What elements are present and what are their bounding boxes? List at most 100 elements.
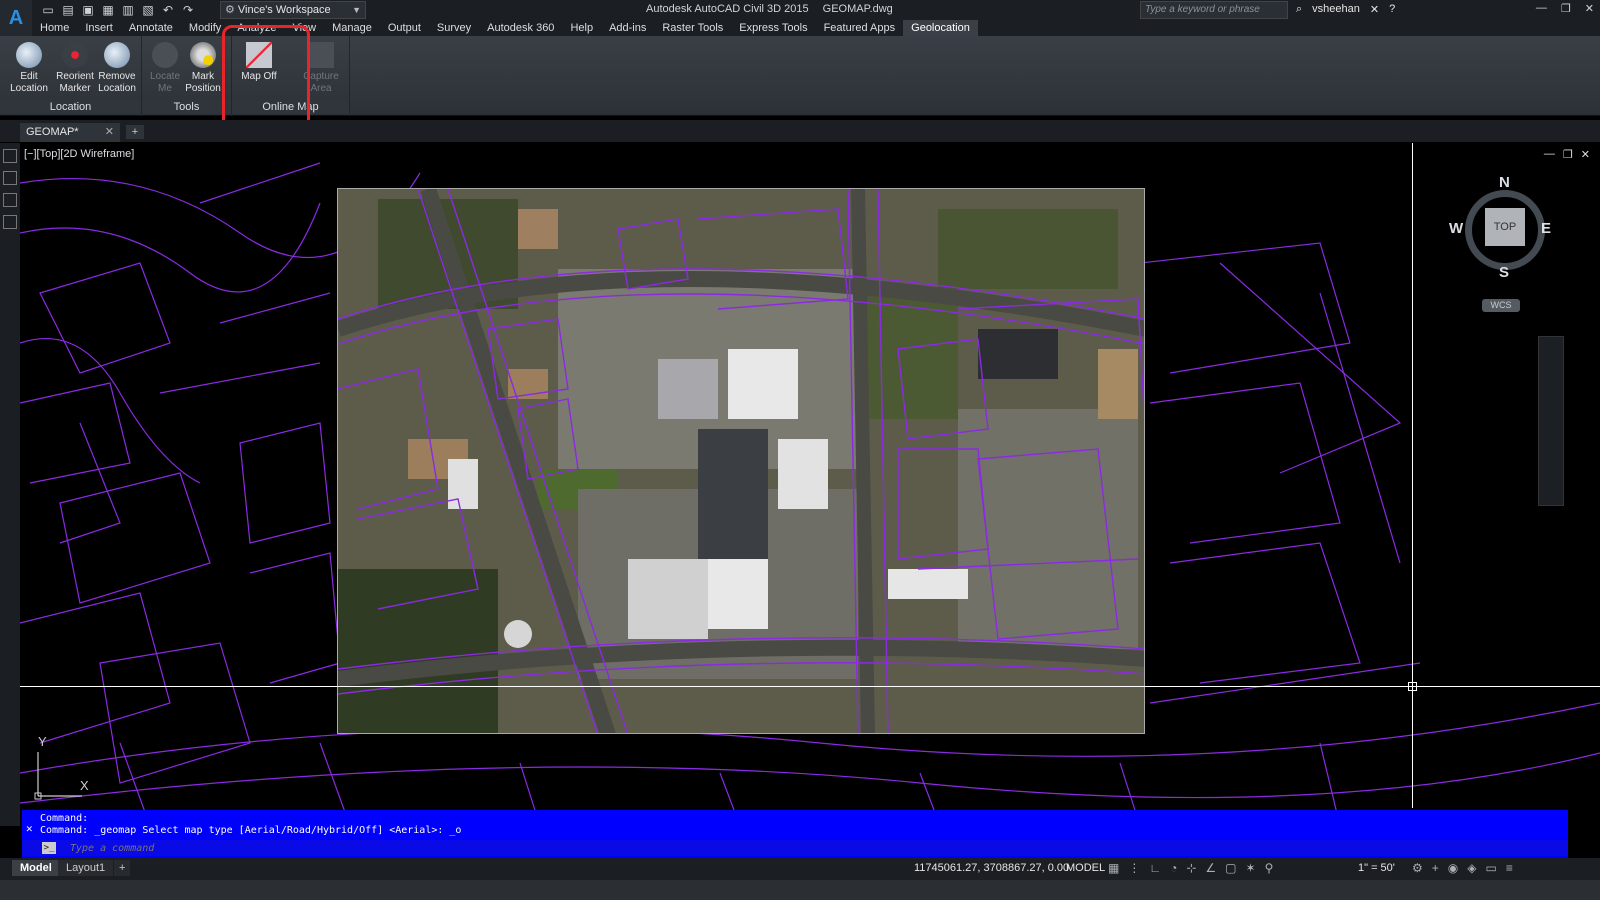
undo-icon[interactable]: ↶ — [160, 2, 176, 18]
close-icon[interactable]: ✕ — [26, 822, 33, 835]
restore-icon[interactable]: ❐ — [1563, 148, 1573, 161]
viewport-controls-label[interactable]: [−][Top][2D Wireframe] — [24, 148, 134, 160]
minimize-icon[interactable]: — — [1544, 148, 1555, 161]
ribbon-tab-home[interactable]: Home — [32, 20, 77, 36]
palette-icon[interactable] — [3, 171, 17, 185]
user-area: ⌕ vsheehan ✕ ? — [1296, 3, 1395, 16]
crosshair-pickbox — [1408, 682, 1417, 691]
compass-north[interactable]: N — [1499, 174, 1510, 191]
mark-position-button[interactable]: Mark Position — [180, 42, 226, 95]
edit-location-button[interactable]: Edit Location — [6, 42, 52, 95]
capture-area-icon — [308, 42, 334, 68]
redo-icon[interactable]: ↷ — [180, 2, 196, 18]
status-toggle-icons: ▦ ⋮ ∟ ◔ ⊹ ∠ ▢ ✶ ⚲ — [1108, 861, 1273, 875]
plus-icon[interactable]: + — [1432, 861, 1439, 875]
compass-east[interactable]: E — [1541, 220, 1551, 237]
grid-icon[interactable]: ▦ — [1108, 861, 1119, 875]
exchange-icon[interactable]: ✕ — [1370, 3, 1379, 16]
command-line: ✕ Command: Command: _geomap Select map t… — [22, 810, 1568, 882]
osnap-icon[interactable]: ⊹ — [1186, 861, 1196, 875]
polar-icon[interactable]: ◔ — [1170, 861, 1177, 875]
ortho-icon[interactable]: ∟ — [1149, 861, 1161, 875]
annotation-scale-icon[interactable]: ⚲ — [1265, 861, 1274, 875]
ribbon-tab-survey[interactable]: Survey — [429, 20, 479, 36]
chevron-down-icon: ▼ — [352, 5, 361, 15]
help-icon[interactable]: ? — [1389, 3, 1395, 16]
ucs-icon: Y X — [30, 734, 100, 800]
mark-position-icon — [190, 42, 216, 68]
gear-icon[interactable]: ⚙ — [1412, 861, 1423, 875]
close-icon[interactable]: ✕ — [1585, 2, 1594, 15]
hardware-acceleration-icon[interactable]: ◈ — [1467, 861, 1476, 875]
workspace-dropdown[interactable]: ⚙ Vince's Workspace ▼ — [220, 1, 366, 19]
lineweight-icon[interactable]: ∠ — [1205, 861, 1216, 875]
ribbon-tab-annotate[interactable]: Annotate — [121, 20, 181, 36]
search-input[interactable]: Type a keyword or phrase — [1140, 1, 1288, 19]
remove-location-button[interactable]: Remove Location — [94, 42, 140, 95]
user-name[interactable]: vsheehan — [1312, 3, 1360, 16]
palette-icon[interactable] — [3, 149, 17, 163]
palette-icon[interactable] — [3, 215, 17, 229]
isolate-icon[interactable]: ◉ — [1448, 861, 1458, 875]
restore-icon[interactable]: ❐ — [1561, 2, 1571, 15]
ribbon-tab-geolocation[interactable]: Geolocation — [903, 20, 978, 36]
ucs-x-label: X — [80, 778, 89, 793]
snap-icon[interactable]: ⋮ — [1128, 861, 1140, 875]
palette-icon[interactable] — [3, 193, 17, 207]
save-as-icon[interactable]: ▦ — [100, 2, 116, 18]
tools-panel: Locate Me Mark Position Tools — [142, 36, 232, 116]
ribbon-tab-autodesk-360[interactable]: Autodesk 360 — [479, 20, 562, 36]
binoculars-icon[interactable]: ⌕ — [1296, 3, 1302, 16]
window-controls: — ❐ ✕ — [1536, 2, 1594, 15]
ribbon-tab-insert[interactable]: Insert — [77, 20, 121, 36]
coordinate-readout[interactable]: 11745061.27, 3708867.27, 0.00 — [914, 862, 1069, 874]
ribbon-tab-add-ins[interactable]: Add-ins — [601, 20, 654, 36]
clean-screen-icon[interactable]: ▭ — [1486, 861, 1497, 875]
ribbon-tab-output[interactable]: Output — [380, 20, 429, 36]
annotation-visibility-icon[interactable]: ✶ — [1246, 861, 1256, 875]
ribbon-tab-help[interactable]: Help — [562, 20, 601, 36]
location-panel-title: Location — [0, 101, 141, 114]
ribbon-tab-raster-tools[interactable]: Raster Tools — [654, 20, 731, 36]
left-tool-palette — [0, 143, 20, 826]
crosshair-vertical — [1412, 143, 1413, 808]
viewcube[interactable]: TOP N S E W — [1449, 174, 1555, 281]
model-space-toggle[interactable]: MODEL — [1066, 862, 1105, 874]
layout1-tab[interactable]: Layout1 — [58, 860, 114, 876]
ribbon-tab-manage[interactable]: Manage — [324, 20, 380, 36]
file-tab-geomap[interactable]: GEOMAP* ✕ — [20, 123, 120, 142]
drawing-viewport[interactable]: [−][Top][2D Wireframe] — ❐ ✕ — [20, 143, 1600, 826]
remove-globe-icon — [104, 42, 130, 68]
model-tab[interactable]: Model — [12, 860, 60, 876]
new-file-icon[interactable]: ▭ — [40, 2, 56, 18]
navigation-bar[interactable] — [1538, 336, 1564, 506]
command-prompt-icon[interactable]: >_ — [42, 842, 56, 854]
reorient-marker-button[interactable]: Reorient Marker — [52, 42, 98, 95]
compass-south[interactable]: S — [1499, 264, 1509, 281]
print-icon[interactable]: ▥ — [120, 2, 136, 18]
ribbon-tab-featured-apps[interactable]: Featured Apps — [816, 20, 904, 36]
close-icon[interactable]: ✕ — [105, 123, 114, 142]
annotation-scale[interactable]: 1" = 50' — [1358, 862, 1395, 874]
add-layout-button[interactable]: + — [114, 860, 131, 876]
close-icon[interactable]: ✕ — [1581, 148, 1590, 161]
plot-icon[interactable]: ▧ — [140, 2, 156, 18]
selection-cycling-icon[interactable]: ▢ — [1225, 861, 1236, 875]
customize-icon[interactable]: ≡ — [1506, 861, 1513, 875]
save-icon[interactable]: ▣ — [80, 2, 96, 18]
new-tab-button[interactable]: + — [126, 125, 144, 139]
application-menu-button[interactable]: A — [0, 0, 32, 36]
location-panel: Edit Location Reorient Marker Remove Loc… — [0, 36, 142, 116]
minimize-icon[interactable]: — — [1536, 2, 1547, 15]
wcs-menu[interactable]: WCS — [1482, 299, 1520, 312]
compass-west[interactable]: W — [1449, 220, 1463, 237]
viewcube-top-face[interactable]: TOP — [1485, 208, 1525, 246]
ribbon-tab-express-tools[interactable]: Express Tools — [731, 20, 815, 36]
quick-access-toolbar: ▭ ▤ ▣ ▦ ▥ ▧ ↶ ↷ — [40, 2, 196, 18]
locate-me-icon — [152, 42, 178, 68]
open-file-icon[interactable]: ▤ — [60, 2, 76, 18]
command-input-row: ⚒ >_ — [22, 840, 1568, 882]
command-input[interactable] — [70, 841, 870, 855]
gear-icon: ⚙ — [225, 4, 235, 16]
command-history-line: Command: — [40, 813, 89, 824]
